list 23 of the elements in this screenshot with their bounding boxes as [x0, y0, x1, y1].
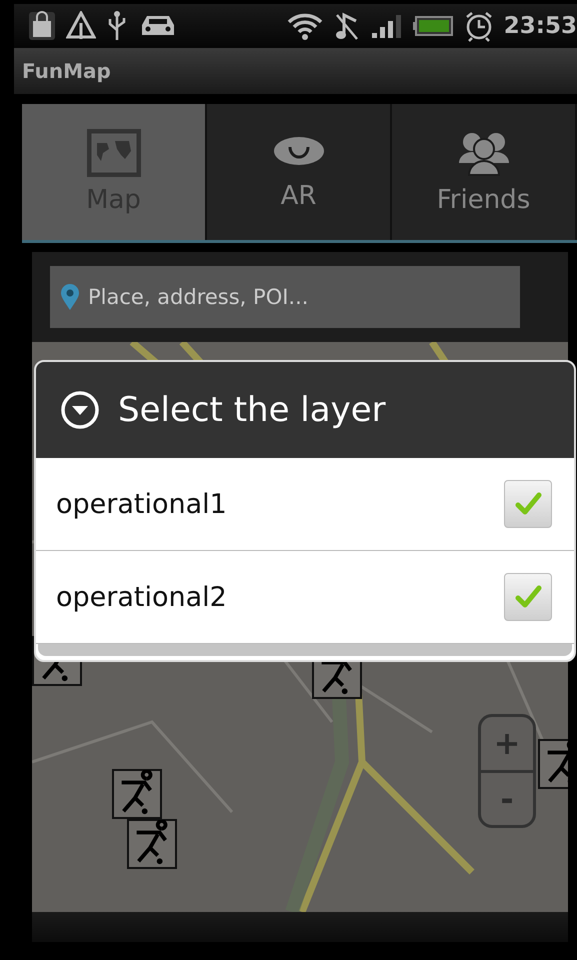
layer-name: operational1 — [56, 488, 227, 520]
dialog-title: Select the layer — [118, 390, 386, 430]
warning-icon — [66, 11, 96, 41]
shopping-bag-icon — [28, 11, 56, 41]
wifi-icon — [286, 11, 324, 41]
checkbox[interactable] — [504, 573, 552, 621]
battery-icon — [412, 15, 454, 37]
muted-note-icon — [334, 11, 360, 41]
soccer-player-marker[interactable] — [127, 819, 177, 869]
app-title: FunMap — [22, 59, 111, 83]
layer-row[interactable]: operational1 — [36, 458, 574, 551]
search-field[interactable]: Place, address, POI... — [50, 266, 520, 328]
layer-name: operational2 — [56, 582, 227, 612]
alarm-clock-icon — [464, 10, 494, 42]
usb-icon — [106, 10, 128, 42]
soccer-player-marker[interactable] — [112, 769, 162, 819]
checkbox[interactable] — [504, 480, 552, 528]
tab[interactable]: Friends — [392, 104, 577, 240]
chevron-circle-icon — [60, 390, 100, 430]
status-time: 23:53 — [504, 13, 577, 39]
signal-icon — [370, 13, 402, 39]
tab[interactable]: AR — [207, 104, 392, 240]
world-map-icon — [86, 129, 140, 177]
